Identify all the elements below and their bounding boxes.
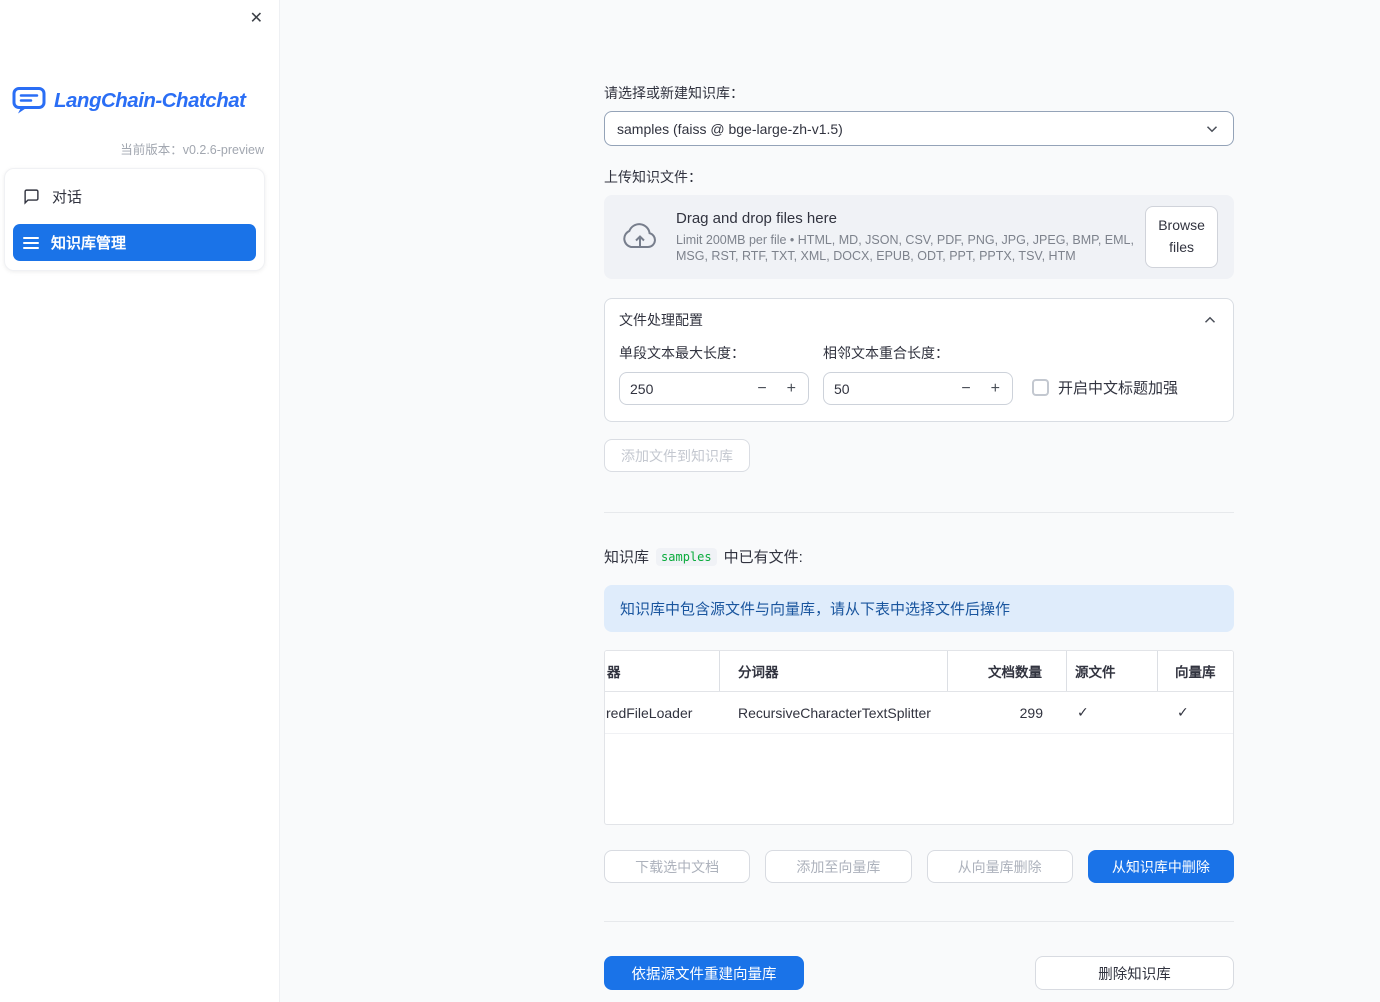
chunk-size-label: 单段文本最大长度： — [619, 345, 745, 361]
chevron-up-icon[interactable] — [1201, 311, 1219, 329]
chat-bubble-icon — [23, 188, 40, 205]
info-alert-text: 知识库中包含源文件与向量库，请从下表中选择文件后操作 — [620, 601, 1011, 618]
kb-select-label: 请选择或新建知识库： — [604, 85, 744, 101]
list-icon — [23, 236, 39, 250]
table-header-splitter[interactable]: 分词器 — [720, 651, 948, 691]
browse-files-button[interactable]: Browse files — [1145, 206, 1218, 268]
chunk-size-field: 单段文本最大长度： 250 − + — [619, 343, 809, 405]
info-alert: 知识库中包含源文件与向量库，请从下表中选择文件后操作 — [604, 585, 1234, 632]
table-header-loader[interactable]: 器 — [605, 651, 720, 691]
overlap-size-input[interactable]: 50 − + — [823, 372, 1013, 405]
plus-icon[interactable]: + — [989, 380, 1002, 397]
file-config-expander: 文件处理配置 单段文本最大长度： 250 − + 相邻文本重合长度： 50 − … — [604, 298, 1234, 422]
cell-doc-count: 299 — [1019, 704, 1043, 721]
table-header-row: 器 分词器 文档数量 源文件 向量库 — [605, 651, 1233, 692]
add-to-vector-store-button[interactable]: 添加至向量库 — [765, 850, 912, 883]
sidebar-item-dialogue[interactable]: 对话 — [13, 178, 256, 215]
cell-loader: redFileLoader — [606, 704, 693, 721]
kb-select[interactable]: samples (faiss @ bge-large-zh-v1.5) — [604, 111, 1234, 146]
sidebar-item-knowledge-base[interactable]: 知识库管理 — [13, 224, 256, 261]
version-text: 当前版本：v0.2.6-preview — [120, 143, 264, 157]
overlap-size-value: 50 — [834, 380, 850, 397]
add-files-to-kb-button[interactable]: 添加文件到知识库 — [604, 439, 750, 472]
table-header-doc-count[interactable]: 文档数量 — [948, 651, 1067, 691]
cell-vector-store-check: ✓ — [1177, 704, 1189, 720]
sidebar-close-icon[interactable]: ✕ — [246, 7, 267, 31]
delete-kb-button[interactable]: 删除知识库 — [1035, 956, 1234, 990]
uploader-label: 上传知识文件： — [604, 169, 702, 185]
brand: LangChain-Chatchat — [12, 86, 246, 115]
chevron-down-icon[interactable] — [1203, 120, 1221, 138]
plus-icon[interactable]: + — [785, 380, 798, 397]
file-uploader-dropzone[interactable]: Drag and drop files here Limit 200MB per… — [604, 195, 1234, 279]
kb-files-heading: 知识库 samples 中已有文件: — [604, 546, 1234, 567]
kb-files-suffix: 中已有文件: — [723, 549, 803, 566]
cell-splitter: RecursiveCharacterTextSplitter — [738, 704, 931, 721]
download-selected-button[interactable]: 下载选中文档 — [604, 850, 751, 883]
kb-files-table[interactable]: 器 分词器 文档数量 源文件 向量库 redFileLoader Recursi… — [604, 650, 1234, 825]
cloud-upload-icon — [620, 221, 660, 253]
table-row[interactable]: redFileLoader RecursiveCharacterTextSpli… — [605, 692, 1233, 734]
uploader-limit-text: Limit 200MB per file • HTML, MD, JSON, C… — [676, 232, 1134, 263]
sidebar-item-label: 知识库管理 — [51, 235, 127, 252]
sidebar: ✕ LangChain-Chatchat 当前版本：v0.2.6-preview… — [0, 0, 280, 1002]
rebuild-vector-store-button[interactable]: 依据源文件重建向量库 — [604, 956, 804, 990]
expander-title: 文件处理配置 — [619, 312, 703, 328]
file-config-body: 单段文本最大长度： 250 − + 相邻文本重合长度： 50 − + 开启中文标… — [605, 341, 1233, 421]
file-action-buttons: 下载选中文档 添加至向量库 从向量库删除 从知识库中删除 — [604, 850, 1234, 883]
kb-name-code: samples — [656, 547, 717, 566]
file-config-expander-header[interactable]: 文件处理配置 — [605, 299, 1233, 341]
delete-from-kb-button[interactable]: 从知识库中删除 — [1087, 850, 1234, 883]
cell-source-file-check: ✓ — [1077, 704, 1089, 720]
chunk-size-input[interactable]: 250 − + — [619, 372, 809, 405]
uploader-title: Drag and drop files here — [676, 209, 837, 227]
overlap-size-label: 相邻文本重合长度： — [823, 345, 949, 361]
kb-bottom-actions: 依据源文件重建向量库 删除知识库 — [604, 956, 1234, 990]
uploader-text: Drag and drop files here Limit 200MB per… — [676, 210, 1145, 265]
chinese-title-enhance-label: 开启中文标题加强 — [1058, 380, 1179, 397]
sidebar-item-label: 对话 — [52, 189, 83, 206]
table-header-source-file[interactable]: 源文件 — [1067, 651, 1158, 691]
overlap-size-field: 相邻文本重合长度： 50 − + — [823, 343, 1013, 405]
kb-select-value: samples (faiss @ bge-large-zh-v1.5) — [617, 120, 843, 137]
minus-icon[interactable]: − — [755, 380, 768, 397]
divider — [604, 921, 1234, 922]
chunk-size-value: 250 — [630, 380, 654, 397]
table-header-vector-store[interactable]: 向量库 — [1158, 651, 1233, 691]
delete-from-vector-store-button[interactable]: 从向量库删除 — [926, 850, 1073, 883]
sidebar-menu: 对话 知识库管理 — [4, 168, 265, 271]
brand-name: LangChain-Chatchat — [54, 88, 246, 112]
chinese-title-enhance-group: 开启中文标题加强 — [1032, 377, 1178, 398]
minus-icon[interactable]: − — [959, 380, 972, 397]
chinese-title-enhance-checkbox[interactable] — [1032, 379, 1049, 396]
divider — [604, 512, 1234, 513]
content-column: 请选择或新建知识库： samples (faiss @ bge-large-zh… — [604, 0, 1234, 990]
kb-files-prefix: 知识库 — [604, 549, 650, 566]
brand-logo-icon — [12, 86, 46, 115]
